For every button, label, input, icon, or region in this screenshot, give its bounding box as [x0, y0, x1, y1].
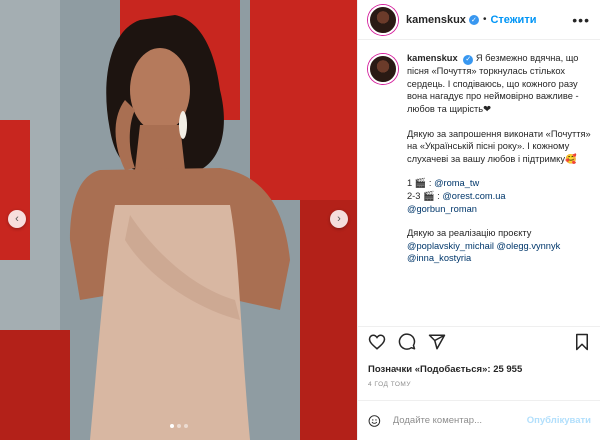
chevron-right-icon: ›	[337, 213, 341, 225]
likes-count[interactable]: Позначки «Подобається»: 25 955	[368, 364, 522, 375]
verified-badge-icon: ✓	[463, 55, 474, 66]
carousel-dot	[183, 424, 188, 428]
caption-text: kamenskux ✓ Я безмежно вдячна, що пісня …	[407, 52, 593, 265]
credit-prefix: 2-3 🎬 :	[407, 191, 443, 202]
chevron-left-icon: ‹	[15, 213, 19, 225]
caption-username[interactable]: kamenskux	[407, 53, 458, 63]
username-link[interactable]: kamenskux	[406, 14, 466, 26]
caption-paragraph: Дякую за запрошення виконати «Почуття» н…	[407, 128, 591, 164]
comment-icon[interactable]	[398, 333, 416, 351]
comment-bar: Опублікувати	[358, 400, 600, 440]
mention-link[interactable]: @roma_tw	[434, 178, 479, 188]
share-icon[interactable]	[428, 333, 446, 351]
verified-badge-icon: ✓	[468, 14, 479, 25]
caption-paragraph: Дякую за реалізацію проєкту	[407, 228, 532, 239]
post-photo[interactable]: ‹ ›	[0, 0, 357, 440]
post-side-panel: kamenskux ✓ • Стежити ••• kamenskux ✓ Я …	[357, 0, 600, 440]
action-bar	[358, 326, 600, 356]
carousel-prev-button[interactable]: ‹	[8, 210, 26, 228]
photo-illustration	[0, 0, 357, 440]
follow-button[interactable]: Стежити	[490, 14, 536, 26]
carousel-indicator	[0, 424, 357, 428]
comment-input[interactable]	[390, 414, 527, 427]
carousel-dot	[176, 424, 181, 428]
mention-link[interactable]: @poplavskiy_michail	[407, 241, 494, 251]
avatar[interactable]	[368, 4, 398, 35]
publish-button[interactable]: Опублікувати	[527, 415, 591, 426]
separator: •	[482, 14, 487, 25]
avatar[interactable]	[368, 54, 398, 84]
caption: kamenskux ✓ Я безмежно вдячна, що пісня …	[368, 52, 593, 265]
post-time[interactable]: 4 ГОД ТОМУ	[368, 381, 411, 388]
carousel-next-button[interactable]: ›	[330, 210, 348, 228]
carousel-dot	[169, 424, 174, 428]
post-header: kamenskux ✓ • Стежити •••	[358, 0, 600, 40]
bookmark-icon[interactable]	[573, 333, 591, 351]
heart-icon[interactable]	[368, 333, 386, 351]
emoji-icon[interactable]	[368, 411, 381, 431]
mention-link[interactable]: @inna_kostyria	[407, 253, 471, 263]
mention-link[interactable]: @gorbun_roman	[407, 204, 477, 214]
credit-prefix: 1 🎬 :	[407, 178, 435, 189]
more-options-icon[interactable]: •••	[572, 12, 590, 28]
mention-link[interactable]: @olegg.vynnyk	[497, 241, 561, 251]
mention-link[interactable]: @orest.com.ua	[442, 191, 505, 201]
